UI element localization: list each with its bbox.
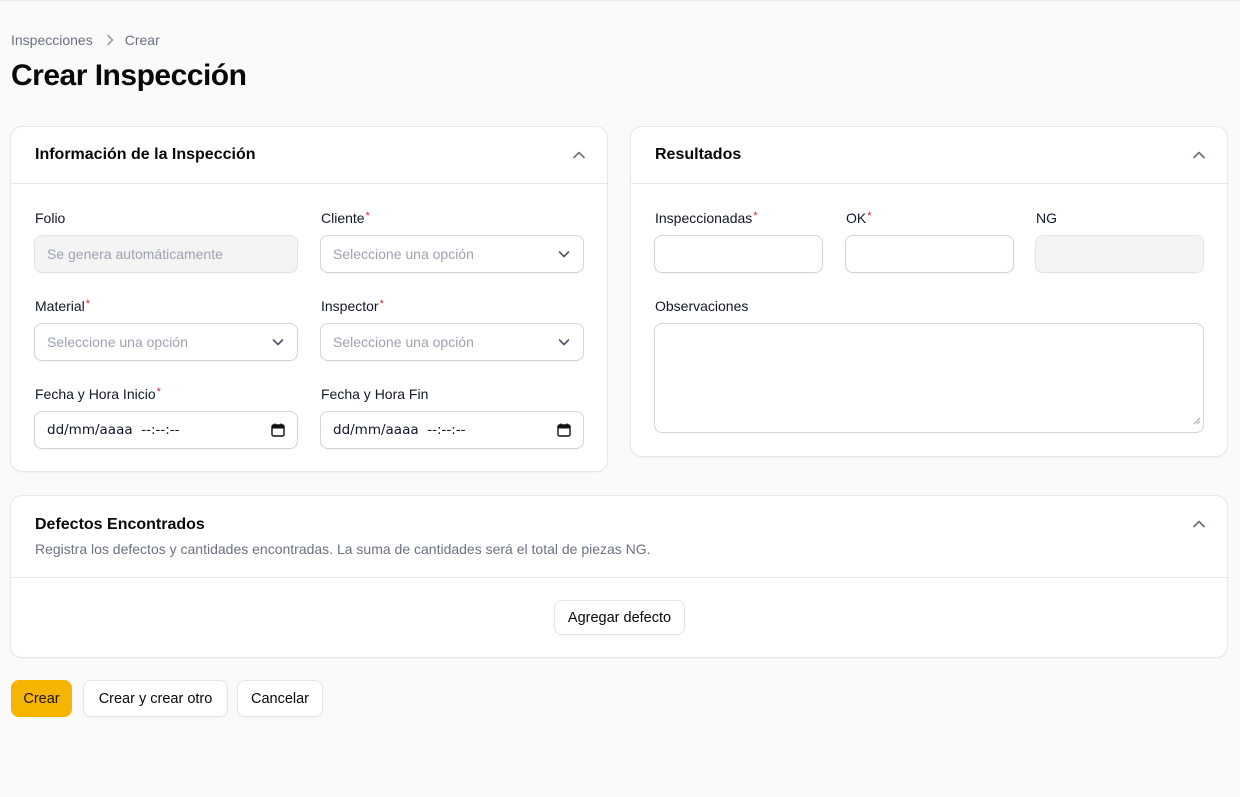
folio-input: Se genera automáticamente: [34, 235, 298, 273]
cancel-button-label: Cancelar: [250, 690, 310, 707]
add-defect-label: Agregar defecto: [567, 609, 672, 626]
chevron-up-icon[interactable]: [569, 145, 589, 165]
chevron-up-icon[interactable]: [1189, 145, 1209, 165]
results-section-title: Resultados: [655, 146, 742, 163]
fecha-inicio-value: dd/mm/aaaa --:--:--: [47, 422, 180, 438]
ok-label: OK*: [846, 210, 872, 226]
inspector-select[interactable]: Seleccione una opción: [320, 323, 584, 361]
inspector-placeholder: Seleccione una opción: [333, 334, 474, 350]
add-defect-button[interactable]: Agregar defecto: [554, 600, 685, 635]
calendar-icon[interactable]: [271, 423, 285, 441]
calendar-icon[interactable]: [557, 423, 571, 441]
results-section-header: Resultados: [631, 127, 1227, 184]
resize-handle-icon[interactable]: [1193, 412, 1201, 430]
folio-placeholder: Se genera automáticamente: [47, 246, 223, 262]
ng-label: NG: [1036, 210, 1057, 226]
required-marker: *: [365, 210, 370, 222]
material-placeholder: Seleccione una opción: [47, 334, 188, 350]
breadcrumb-item-inspecciones[interactable]: Inspecciones: [11, 32, 93, 48]
page-title: Crear Inspección: [11, 59, 247, 92]
required-marker: *: [867, 210, 872, 222]
inspeccionadas-input[interactable]: [654, 235, 823, 273]
required-marker: *: [156, 386, 161, 398]
ng-input: [1035, 235, 1204, 273]
create-button-label: Crear: [23, 690, 60, 707]
results-section: Resultados Inspeccionadas* OK* NG Observ…: [630, 126, 1228, 457]
defects-section-description: Registra los defectos y cantidades encon…: [35, 541, 651, 557]
required-marker: *: [753, 210, 758, 222]
create-button[interactable]: Crear: [11, 680, 72, 717]
ok-input[interactable]: [845, 235, 1014, 273]
info-section-header: Información de la Inspección: [11, 127, 607, 184]
defects-section: Defectos Encontrados Registra los defect…: [10, 495, 1228, 658]
observaciones-label: Observaciones: [655, 298, 749, 314]
material-select[interactable]: Seleccione una opción: [34, 323, 298, 361]
top-border: [0, 0, 1240, 1]
chevron-right-icon: [105, 34, 115, 46]
cliente-select[interactable]: Seleccione una opción: [320, 235, 584, 273]
inspector-label: Inspector*: [321, 298, 384, 314]
cliente-placeholder: Seleccione una opción: [333, 246, 474, 262]
fecha-fin-value: dd/mm/aaaa --:--:--: [333, 422, 466, 438]
info-section-title: Información de la Inspección: [35, 146, 256, 163]
folio-label: Folio: [35, 210, 66, 226]
cancel-button[interactable]: Cancelar: [237, 680, 323, 717]
material-label: Material*: [35, 298, 91, 314]
fecha-fin-label: Fecha y Hora Fin: [321, 386, 429, 402]
defects-section-title: Defectos Encontrados: [35, 516, 205, 533]
fecha-inicio-label: Fecha y Hora Inicio*: [35, 386, 161, 402]
chevron-down-icon: [557, 335, 571, 352]
breadcrumb: Inspecciones Crear: [11, 32, 160, 48]
chevron-down-icon: [271, 335, 285, 352]
create-another-button[interactable]: Crear y crear otro: [83, 680, 228, 717]
breadcrumb-item-crear[interactable]: Crear: [125, 32, 160, 48]
create-another-button-label: Crear y crear otro: [98, 690, 213, 707]
defects-section-header: Defectos Encontrados Registra los defect…: [11, 496, 1227, 578]
inspeccionadas-label: Inspeccionadas*: [655, 210, 758, 226]
info-section: Información de la Inspección Folio Se ge…: [10, 126, 608, 472]
chevron-up-icon[interactable]: [1189, 514, 1209, 534]
required-marker: *: [379, 298, 384, 310]
chevron-down-icon: [557, 247, 571, 264]
observaciones-textarea[interactable]: [654, 323, 1204, 433]
fecha-inicio-input[interactable]: dd/mm/aaaa --:--:--: [34, 411, 298, 449]
cliente-label: Cliente*: [321, 210, 370, 226]
required-marker: *: [85, 298, 91, 310]
fecha-fin-input[interactable]: dd/mm/aaaa --:--:--: [320, 411, 584, 449]
